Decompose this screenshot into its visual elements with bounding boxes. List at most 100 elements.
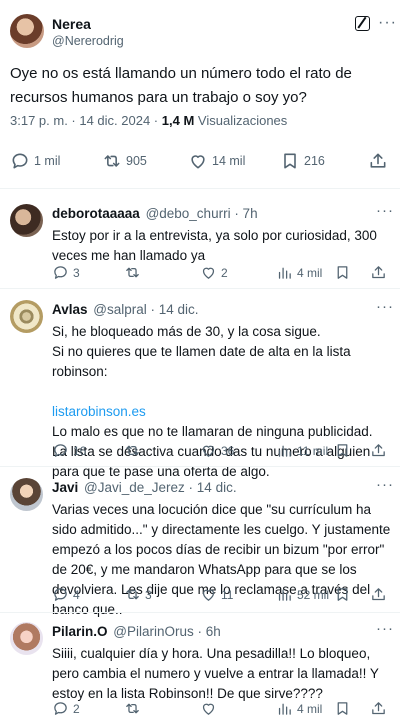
like-icon: [202, 267, 215, 279]
author-avatar[interactable]: [10, 14, 44, 48]
reply-link[interactable]: listarobinson.es: [52, 402, 397, 422]
views-label: Visualizaciones: [197, 113, 288, 128]
bookmark-button[interactable]: [334, 264, 355, 281]
bookmark-button[interactable]: [334, 442, 355, 459]
share-button[interactable]: [370, 586, 391, 603]
views-button[interactable]: 52 mil: [276, 586, 329, 603]
more-icon[interactable]: ···: [376, 202, 394, 219]
reply-button[interactable]: 3: [52, 264, 80, 281]
reply-icon: [54, 702, 67, 715]
like-icon: [191, 155, 205, 169]
repost-icon: [126, 267, 139, 278]
more-icon[interactable]: ···: [376, 620, 394, 637]
views-button[interactable]: 4 mil: [276, 264, 322, 281]
reply-actions: 3 2 4 mil: [52, 264, 397, 284]
avatar[interactable]: [10, 478, 43, 511]
share-button[interactable]: [370, 442, 391, 459]
share-icon: [372, 588, 385, 601]
bookmark-button[interactable]: 216: [280, 151, 325, 171]
views-icon: [278, 703, 291, 715]
bookmark-button[interactable]: [334, 586, 355, 603]
avatar[interactable]: [10, 204, 43, 237]
reply-author-handle[interactable]: @debo_churri · 7h: [146, 206, 258, 221]
reply-post[interactable]: deborotaaaaa @debo_churri · 7h ··· Estoy…: [0, 202, 400, 290]
reply-icon: [12, 153, 28, 169]
reply-author-name[interactable]: Javi: [52, 480, 78, 495]
bookmark-icon: [337, 266, 348, 279]
post-text: Oye no os está llamando un número todo e…: [10, 65, 352, 106]
reply-author-name[interactable]: Pilarin.O: [52, 624, 108, 639]
reply-button[interactable]: 16: [52, 442, 86, 459]
bookmark-count: 216: [304, 154, 325, 168]
reply-icon: [54, 266, 67, 279]
post-actions: 1 mil 905 14 mil 216: [0, 147, 400, 177]
reply-author-handle[interactable]: @PilarinOrus · 6h: [113, 624, 221, 639]
divider: [0, 188, 400, 189]
reply-actions: 2 4 mil: [52, 700, 397, 720]
repost-button[interactable]: 905: [102, 151, 147, 171]
repost-button[interactable]: 3: [124, 586, 152, 603]
reply-button[interactable]: 2: [52, 700, 80, 717]
reply-actions: 4 3 11 52 mil: [52, 586, 397, 606]
reply-text: Estoy por ir a la entrevista, ya solo po…: [52, 228, 377, 263]
reply-text: Siiii, cualquier día y hora. Una pesadil…: [52, 646, 379, 701]
author-name[interactable]: Nerea: [52, 16, 91, 32]
reply-post[interactable]: Pilarin.O @PilarinOrus · 6h ··· Siiii, c…: [0, 620, 400, 728]
bookmark-icon: [284, 153, 296, 169]
repost-icon: [126, 445, 139, 456]
reply-post[interactable]: Javi @Javi_de_Jerez · 14 dic. ··· Varias…: [0, 476, 400, 617]
share-icon: [372, 444, 385, 457]
share-icon: [372, 266, 385, 279]
reply-author-name[interactable]: deborotaaaaa: [52, 206, 140, 221]
divider: [0, 288, 400, 289]
author-handle[interactable]: @Nererodrig: [52, 34, 124, 48]
repost-count: 905: [126, 154, 147, 168]
more-icon[interactable]: ···: [376, 476, 394, 493]
divider: [0, 612, 400, 613]
share-button[interactable]: [370, 700, 391, 717]
like-button[interactable]: 2: [200, 264, 228, 281]
views-button[interactable]: 11 mil: [276, 442, 328, 459]
grok-icon[interactable]: [355, 16, 370, 31]
views-icon: [278, 589, 291, 601]
views-button[interactable]: 4 mil: [276, 700, 322, 717]
reply-actions: 16 36 11 mil: [52, 442, 397, 462]
post-time[interactable]: 3:17 p. m. · 14 dic. 2024 ·: [10, 113, 158, 128]
avatar[interactable]: [10, 300, 43, 333]
like-icon: [202, 445, 215, 457]
more-icon[interactable]: ···: [376, 298, 394, 315]
share-icon: [370, 153, 386, 168]
bookmark-icon: [337, 588, 348, 601]
reply-post[interactable]: Avlas @salpral · 14 dic. ··· Si, he bloq…: [0, 298, 400, 479]
repost-icon: [126, 589, 139, 600]
reply-icon: [54, 588, 67, 601]
reply-icon: [54, 444, 67, 457]
like-button[interactable]: 36: [200, 442, 234, 459]
divider: [0, 466, 400, 467]
reply-button[interactable]: 4: [52, 586, 80, 603]
bookmark-icon: [337, 702, 348, 715]
bookmark-icon: [337, 444, 348, 457]
like-count: 14 mil: [212, 154, 246, 168]
repost-button[interactable]: [124, 264, 145, 281]
more-icon[interactable]: ···: [378, 14, 397, 32]
bookmark-button[interactable]: [334, 700, 355, 717]
avatar[interactable]: [10, 622, 43, 655]
share-button[interactable]: [370, 264, 391, 281]
like-button[interactable]: 11: [200, 586, 233, 603]
reply-author-name[interactable]: Avlas: [52, 302, 88, 317]
like-icon: [202, 703, 215, 715]
reply-author-handle[interactable]: @salpral · 14 dic.: [93, 302, 198, 317]
like-button[interactable]: [200, 700, 221, 717]
views-icon: [278, 445, 291, 457]
reply-button[interactable]: 1 mil: [10, 151, 60, 171]
post-meta: 3:17 p. m. · 14 dic. 2024 · 1,4 M Visual…: [10, 113, 287, 128]
repost-button[interactable]: [124, 442, 145, 459]
share-button[interactable]: [368, 151, 392, 171]
share-icon: [372, 702, 385, 715]
repost-button[interactable]: [124, 700, 145, 717]
repost-icon: [126, 703, 139, 714]
like-button[interactable]: 14 mil: [188, 151, 245, 171]
views-icon: [278, 267, 291, 279]
reply-author-handle[interactable]: @Javi_de_Jerez · 14 dic.: [84, 480, 237, 495]
